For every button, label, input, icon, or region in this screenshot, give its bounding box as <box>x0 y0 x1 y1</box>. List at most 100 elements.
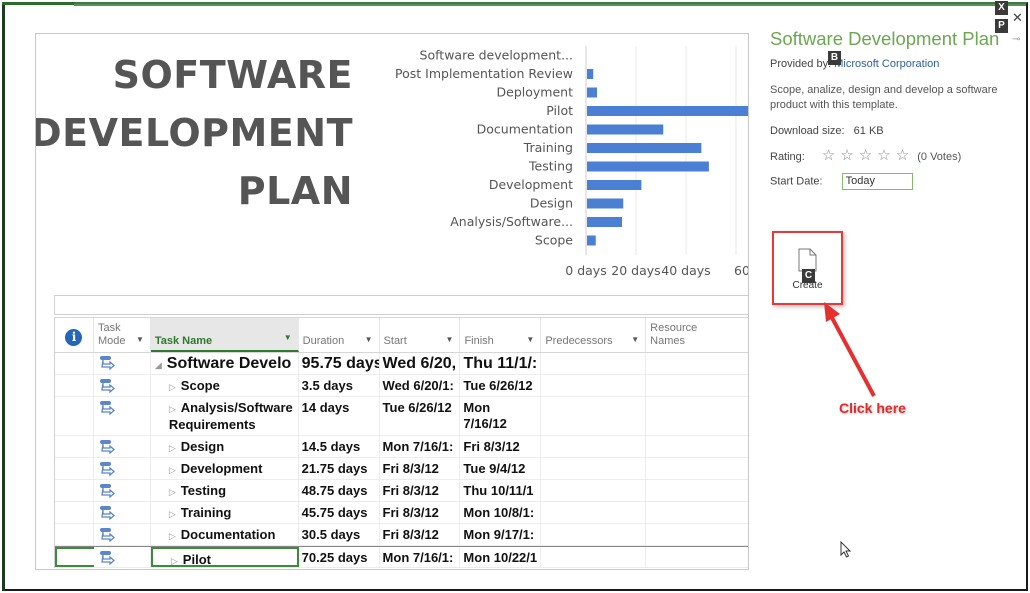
predecessors-cell[interactable] <box>541 524 647 545</box>
task-mode-cell[interactable] <box>94 436 151 457</box>
col-finish[interactable]: Finish ▼ <box>460 318 542 352</box>
table-row[interactable]: ◢ Software Develo 95.75 days Wed 6/20, Thu 1… <box>55 353 748 375</box>
finish-cell[interactable]: Fri 8/3/12 <box>460 436 542 457</box>
table-row[interactable]: ▷ Testing 48.75 days Fri 8/3/12 Thu 10/11/1 <box>55 480 748 502</box>
finish-cell[interactable]: Mon 7/16/12 <box>460 397 542 435</box>
col-indicators[interactable]: i <box>55 318 94 352</box>
table-row[interactable]: ▷ Pilot 70.25 days Mon 7/16/1: Mon 10/22/1 <box>55 546 748 568</box>
table-row[interactable]: ▷ Scope 3.5 days Wed 6/20/1: Tue 6/26/12 <box>55 375 748 397</box>
finish-cell[interactable]: Mon 9/17/1: <box>460 524 542 545</box>
create-button[interactable]: C Create <box>772 231 843 305</box>
start-cell[interactable]: Wed 6/20, <box>380 353 461 374</box>
predecessors-cell[interactable] <box>541 480 647 501</box>
expand-icon[interactable]: ▷ <box>169 443 176 453</box>
start-cell[interactable]: Mon 7/16/1: <box>380 547 461 567</box>
duration-cell[interactable]: 48.75 days <box>299 480 380 501</box>
duration-cell[interactable]: 45.75 days <box>299 502 380 523</box>
resource-names-cell[interactable] <box>646 375 748 396</box>
expand-icon[interactable]: ▷ <box>169 382 176 392</box>
task-mode-cell[interactable] <box>94 480 151 501</box>
collapse-icon[interactable]: ◢ <box>155 360 162 370</box>
start-cell[interactable]: Mon 7/16/1: <box>380 436 461 457</box>
duration-cell[interactable]: 14.5 days <box>299 436 380 457</box>
col-predecessors[interactable]: Predecessors ▼ <box>541 318 647 352</box>
expand-icon[interactable]: ▷ <box>169 465 176 475</box>
resource-names-cell[interactable] <box>646 436 748 457</box>
start-cell[interactable]: Tue 6/26/12 <box>380 397 461 435</box>
duration-cell[interactable]: 30.5 days <box>299 524 380 545</box>
chevron-down-icon[interactable]: ▼ <box>284 331 292 344</box>
task-name-cell[interactable]: ▷ Documentation <box>151 524 299 545</box>
start-cell[interactable]: Fri 8/3/12 <box>380 480 461 501</box>
resource-names-cell[interactable] <box>646 353 748 374</box>
predecessors-cell[interactable] <box>541 436 647 457</box>
finish-cell[interactable]: Thu 11/1/: <box>460 353 542 374</box>
col-resource-names[interactable]: Resource Names <box>646 318 748 352</box>
expand-icon[interactable]: ▷ <box>169 531 176 541</box>
task-name-cell[interactable]: ▷ Training <box>151 502 299 523</box>
chevron-down-icon[interactable]: ▼ <box>136 333 144 346</box>
pin-icon[interactable]: ⊸ <box>1012 34 1020 45</box>
expand-icon[interactable]: ▷ <box>169 509 176 519</box>
task-mode-cell[interactable] <box>94 524 151 545</box>
task-mode-cell[interactable] <box>94 458 151 479</box>
col-task-name[interactable]: Task Name ▼ <box>150 318 299 352</box>
table-row[interactable]: ▷ Design 14.5 days Mon 7/16/1: Fri 8/3/12 <box>55 436 748 458</box>
chevron-down-icon[interactable]: ▼ <box>526 333 534 346</box>
task-name-cell[interactable]: ◢ Software Develo <box>151 353 299 374</box>
predecessors-cell[interactable] <box>541 547 647 567</box>
predecessors-cell[interactable] <box>541 458 647 479</box>
duration-cell[interactable]: 21.75 days <box>299 458 380 479</box>
start-date-input[interactable]: Today <box>841 173 913 190</box>
predecessors-cell[interactable] <box>541 397 647 435</box>
start-cell[interactable]: Fri 8/3/12 <box>380 502 461 523</box>
resource-names-cell[interactable] <box>646 458 748 479</box>
resource-names-cell[interactable] <box>646 524 748 545</box>
resource-names-cell[interactable] <box>646 480 748 501</box>
task-mode-cell[interactable] <box>94 353 151 374</box>
task-name-cell[interactable]: ▷ Development <box>151 458 299 479</box>
col-start[interactable]: Start ▼ <box>380 318 461 352</box>
close-icon[interactable]: ✕ <box>1012 10 1023 26</box>
expand-icon[interactable]: ▷ <box>169 404 176 414</box>
task-mode-cell[interactable] <box>94 375 151 396</box>
task-mode-cell[interactable] <box>94 502 151 523</box>
chevron-down-icon[interactable]: ▼ <box>365 333 373 346</box>
task-mode-cell[interactable] <box>94 547 151 567</box>
expand-icon[interactable]: ▷ <box>171 556 178 565</box>
finish-cell[interactable]: Mon 10/8/1: <box>460 502 542 523</box>
rating-stars[interactable]: ☆☆☆☆☆ <box>822 146 914 164</box>
finish-cell[interactable]: Mon 10/22/1 <box>460 547 542 567</box>
finish-cell[interactable]: Thu 10/11/1 <box>460 480 542 501</box>
duration-cell[interactable]: 3.5 days <box>299 375 380 396</box>
task-mode-cell[interactable] <box>94 397 151 435</box>
col-task-mode[interactable]: Task Mode ▼ <box>94 318 151 352</box>
finish-cell[interactable]: Tue 9/4/12 <box>460 458 542 479</box>
resource-names-cell[interactable] <box>646 397 748 435</box>
table-row[interactable]: ▷ Development 21.75 days Fri 8/3/12 Tue 9/4/… <box>55 458 748 480</box>
duration-cell[interactable]: 95.75 days <box>299 353 380 374</box>
finish-cell[interactable]: Tue 6/26/12 <box>460 375 542 396</box>
expand-icon[interactable]: ▷ <box>169 487 176 497</box>
duration-cell[interactable]: 14 days <box>299 397 380 435</box>
task-name-cell[interactable]: ▷ Design <box>151 436 299 457</box>
start-cell[interactable]: Wed 6/20/1: <box>380 375 461 396</box>
col-duration[interactable]: Duration ▼ <box>299 318 380 352</box>
start-cell[interactable]: Fri 8/3/12 <box>380 524 461 545</box>
predecessors-cell[interactable] <box>541 353 647 374</box>
provider-link[interactable]: Microsoft Corporation <box>834 58 939 70</box>
chevron-down-icon[interactable]: ▼ <box>631 333 639 346</box>
table-row[interactable]: ▷ Documentation 30.5 days Fri 8/3/12 Mon 9/1… <box>55 524 748 546</box>
task-name-cell[interactable]: ▷ Pilot <box>150 547 299 567</box>
task-name-cell[interactable]: ▷ Testing <box>151 480 299 501</box>
duration-cell[interactable]: 70.25 days <box>299 547 380 567</box>
predecessors-cell[interactable] <box>541 502 647 523</box>
resource-names-cell[interactable] <box>646 502 748 523</box>
start-cell[interactable]: Fri 8/3/12 <box>380 458 461 479</box>
table-row[interactable]: ▷ Analysis/Software Requirements 14 days Tue… <box>55 397 748 436</box>
predecessors-cell[interactable] <box>541 375 647 396</box>
table-row[interactable]: ▷ Training 45.75 days Fri 8/3/12 Mon 10/8/1: <box>55 502 748 524</box>
task-name-cell[interactable]: ▷ Scope <box>151 375 299 396</box>
task-name-cell[interactable]: ▷ Analysis/Software Requirements <box>151 397 299 435</box>
resource-names-cell[interactable] <box>646 547 748 567</box>
